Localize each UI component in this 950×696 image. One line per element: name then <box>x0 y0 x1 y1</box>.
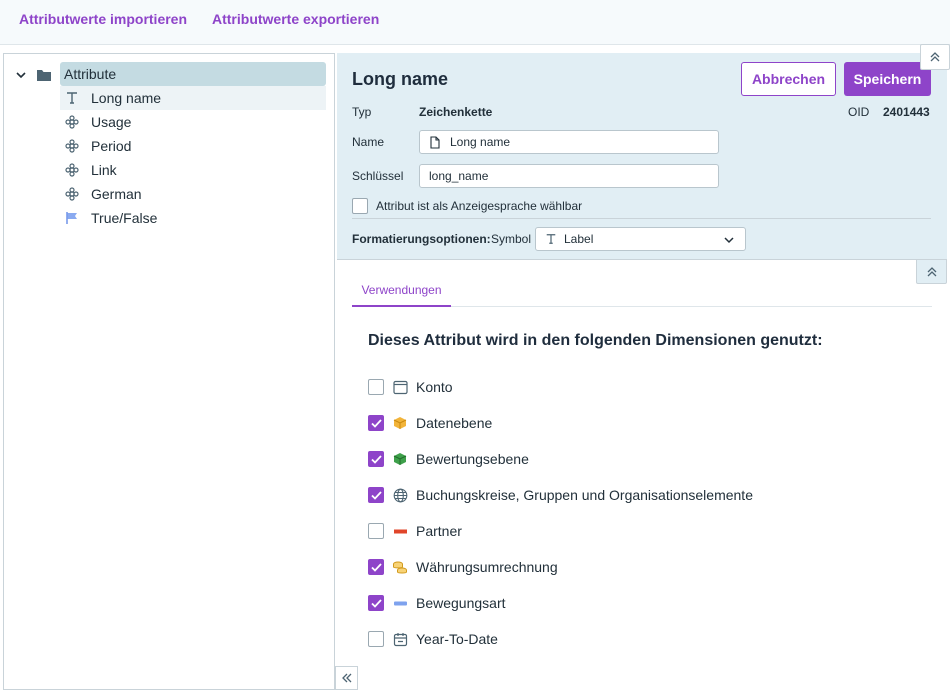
oid-label: OID <box>848 105 870 119</box>
format-options-label: Formatierungsoptionen: <box>352 232 491 246</box>
usage-label: Bewertungsebene <box>416 451 529 467</box>
tree-item-long-name[interactable]: Long name <box>60 86 326 110</box>
collapse-top-button[interactable] <box>920 44 950 70</box>
tree-root-label: Attribute <box>64 66 117 82</box>
red-bar-icon <box>392 523 408 539</box>
usage-checkbox[interactable] <box>368 559 384 575</box>
divider <box>352 218 931 219</box>
symbol-value: Label <box>564 232 594 246</box>
key-value: long_name <box>429 169 489 183</box>
tree-item-true-false[interactable]: True/False <box>60 206 326 230</box>
usage-checkbox[interactable] <box>368 523 384 539</box>
usage-label: Partner <box>416 523 462 539</box>
usage-label: Währungsumrechnung <box>416 559 558 575</box>
globe-icon <box>392 487 408 503</box>
oid-value: 2401443 <box>883 105 930 119</box>
detail-title: Long name <box>352 69 449 89</box>
folder-icon <box>37 70 51 81</box>
display-language-label: Attribut ist als Anzeigesprache wählbar <box>376 199 583 213</box>
tree-item-usage[interactable]: Usage <box>60 110 326 134</box>
usage-checkbox[interactable] <box>368 631 384 647</box>
usage-label: Datenebene <box>416 415 493 431</box>
cube-green-icon <box>392 451 408 467</box>
usage-label: Buchungskreise, Gruppen und Organisation… <box>416 487 753 503</box>
tab-bar: Verwendungen <box>352 279 932 307</box>
window-icon <box>392 379 408 395</box>
usage-item-datenebene[interactable]: Datenebene <box>368 414 492 432</box>
usage-item-buchungskreise[interactable]: Buchungskreise, Gruppen und Organisation… <box>368 486 753 504</box>
usage-item-bewertungsebene[interactable]: Bewertungsebene <box>368 450 529 468</box>
flag-icon <box>64 210 80 226</box>
usage-item-waehrungsumrechnung[interactable]: Währungsumrechnung <box>368 558 558 576</box>
usage-item-bewegungsart[interactable]: Bewegungsart <box>368 594 506 612</box>
double-chevron-up-icon <box>930 52 940 62</box>
usage-checkbox[interactable] <box>368 451 384 467</box>
symbol-label: Symbol <box>491 232 532 246</box>
chevron-down-icon <box>724 237 734 244</box>
usage-item-partner[interactable]: Partner <box>368 522 462 540</box>
tree-item-label: True/False <box>91 210 158 226</box>
tree-item-label: German <box>91 186 142 202</box>
tree-item-label: Long name <box>91 90 162 106</box>
cube-orange-icon <box>392 415 408 431</box>
name-label: Name <box>352 135 385 149</box>
display-language-checkbox[interactable] <box>352 198 368 214</box>
blue-bar-icon <box>392 595 408 611</box>
double-chevron-left-icon <box>341 673 351 683</box>
import-values-link[interactable]: Attributwerte importieren <box>19 11 187 27</box>
checkmark-icon <box>370 454 382 464</box>
usage-heading: Dieses Attribut wird in den folgenden Di… <box>368 332 823 349</box>
chevron-down-icon[interactable] <box>13 67 29 83</box>
usage-label: Bewegungsart <box>416 595 506 611</box>
attribute-tree-panel: Attribute Long name Usage Period Link Ge… <box>3 53 335 690</box>
name-field[interactable]: Long name <box>419 130 719 154</box>
usage-label: Konto <box>416 379 453 395</box>
flower-icon <box>64 162 80 178</box>
attribute-detail-panel: Long name Abbrechen Speichern Typ Zeiche… <box>337 53 947 260</box>
document-icon <box>430 135 440 149</box>
flower-icon <box>64 138 80 154</box>
cancel-button[interactable]: Abbrechen <box>741 62 836 96</box>
type-value: Zeichenkette <box>419 105 493 119</box>
symbol-select[interactable]: Label <box>535 227 746 251</box>
checkmark-icon <box>370 490 382 500</box>
usage-item-konto[interactable]: Konto <box>368 378 453 396</box>
export-values-link[interactable]: Attributwerte exportieren <box>212 11 379 27</box>
tree-item-period[interactable]: Period <box>60 134 326 158</box>
usage-label: Year-To-Date <box>416 631 498 647</box>
name-value: Long name <box>450 135 511 149</box>
tree-item-link[interactable]: Link <box>60 158 326 182</box>
save-button[interactable]: Speichern <box>844 62 931 96</box>
type-label: Typ <box>352 105 372 119</box>
tree-item-label: Period <box>91 138 132 154</box>
flower-icon <box>64 186 80 202</box>
top-toolbar: Attributwerte importieren Attributwerte … <box>0 0 950 45</box>
usage-checkbox[interactable] <box>368 487 384 503</box>
coins-icon <box>392 559 408 575</box>
usage-checkbox[interactable] <box>368 379 384 395</box>
usage-checkbox[interactable] <box>368 595 384 611</box>
flower-icon <box>64 114 80 130</box>
text-type-icon <box>64 90 80 106</box>
text-type-icon <box>546 234 556 244</box>
checkmark-icon <box>370 598 382 608</box>
usage-checkbox[interactable] <box>368 415 384 431</box>
tree-item-label: Link <box>91 162 117 178</box>
key-field[interactable]: long_name <box>419 164 719 188</box>
collapse-left-panel-button[interactable] <box>335 666 358 690</box>
tree-item-german[interactable]: German <box>60 182 326 206</box>
key-label: Schlüssel <box>352 169 404 183</box>
tree-item-label: Usage <box>91 114 132 130</box>
tab-verwendungen[interactable]: Verwendungen <box>352 279 451 307</box>
checkmark-icon <box>370 562 382 572</box>
checkmark-icon <box>370 418 382 428</box>
double-chevron-up-icon <box>927 266 936 276</box>
calendar-icon <box>392 631 408 647</box>
usage-item-year-to-date[interactable]: Year-To-Date <box>368 630 498 648</box>
tree-root-attribute[interactable]: Attribute <box>60 62 326 86</box>
